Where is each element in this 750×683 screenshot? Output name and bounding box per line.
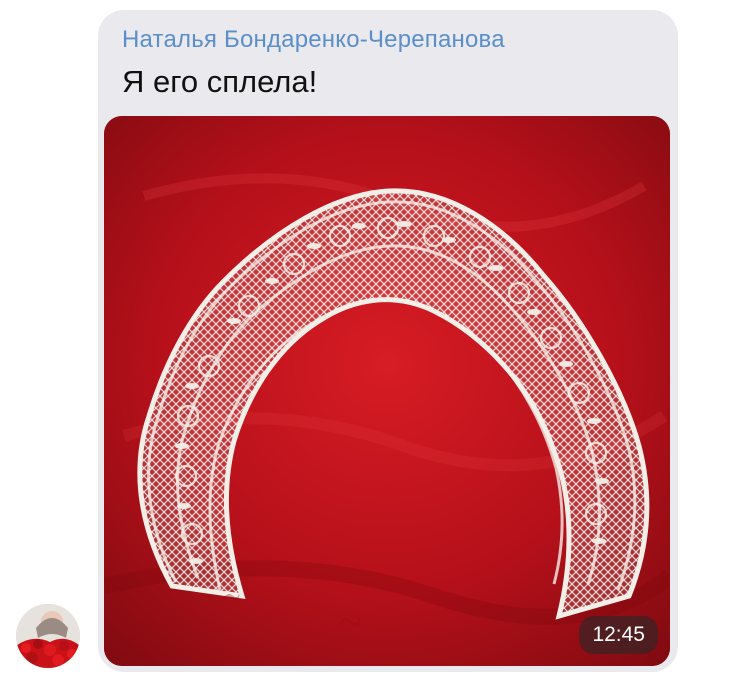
svg-text:~: ~ [339,600,362,646]
message-bubble: Наталья Бондаренко-Черепанова Я его спле… [98,10,678,672]
message-timestamp: 12:45 [579,616,658,654]
lace-collar-image: ˜ ~ [104,116,670,666]
message-text: Я его сплела! [122,64,318,99]
message-photo[interactable]: ˜ ~ 12:45 [104,116,670,666]
svg-text:˜: ˜ [224,584,240,637]
sender-avatar[interactable] [16,604,80,668]
sender-name[interactable]: Наталья Бондаренко-Черепанова [122,26,505,54]
avatar-image [16,604,80,668]
